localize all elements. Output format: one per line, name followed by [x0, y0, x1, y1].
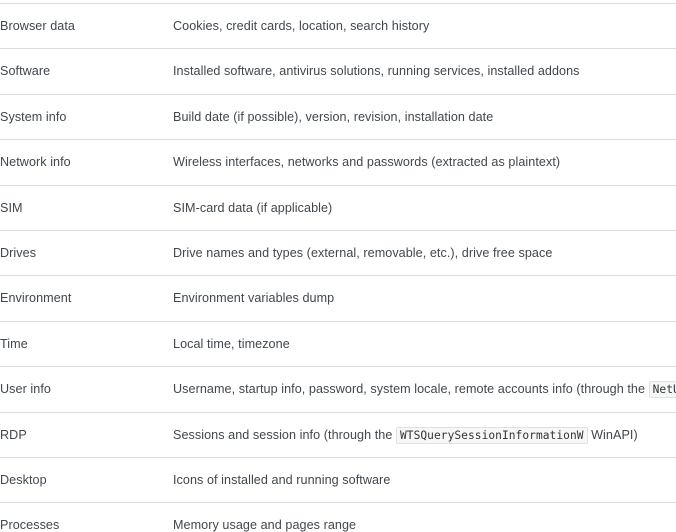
- table-cell-category: Time: [0, 336, 28, 351]
- table-row: Software Installed software, antivirus so…: [0, 49, 676, 95]
- table-cell-category: SIM: [0, 200, 23, 215]
- table-row: RDP Sessions and session info (through th…: [0, 412, 676, 458]
- description-text: Username, startup info, password, system…: [173, 382, 646, 397]
- table-row: SIM SIM-card data (if applicable): [0, 185, 676, 231]
- table-cell-category: User info: [0, 382, 51, 397]
- table-cell-category: Network info: [0, 155, 71, 170]
- table-row: System info Build date (if possible), ver…: [0, 94, 676, 140]
- description-text: Memory usage and pages range: [173, 518, 357, 532]
- table-cell-category: RDP: [0, 427, 27, 442]
- table-cell-description: Sessions and session info (through the W…: [173, 412, 676, 457]
- description-text: Sessions and session info (through the: [173, 427, 393, 442]
- table-row: Desktop Icons of installed and running so…: [0, 457, 676, 503]
- table-cell-description: Local time, timezone: [173, 321, 676, 366]
- api-code-token: NetUserEnum: [648, 381, 676, 399]
- table-cell-description: Build date (if possible), version, revis…: [173, 94, 676, 139]
- description-text: Drive names and types (external, removab…: [173, 245, 553, 260]
- api-code-token: WTSQuerySessionInformationW: [395, 426, 588, 444]
- description-text: Build date (if possible), version, revis…: [173, 109, 494, 124]
- description-text: Installed software, antivirus solutions,…: [173, 64, 580, 79]
- table-cell-category: Drives: [0, 245, 37, 260]
- table-cell-description: Environment variables dump: [173, 276, 676, 321]
- table-row: Drives Drive names and types (external, r…: [0, 230, 676, 276]
- description-text: Cookies, credit cards, location, search …: [173, 19, 430, 33]
- collected-data-table: Browser data Cookies, credit cards, locat…: [0, 3, 676, 532]
- table-row: Time Local time, timezone: [0, 321, 676, 367]
- table-cell-category: Software: [0, 64, 51, 79]
- table-cell-description: Drive names and types (external, removab…: [173, 230, 676, 275]
- description-text: Icons of installed and running software: [173, 472, 391, 487]
- table-cell-description: Username, startup info, password, system…: [173, 367, 676, 412]
- description-text-trailing: WinAPI): [591, 427, 638, 442]
- table-row: Browser data Cookies, credit cards, locat…: [0, 4, 676, 49]
- table-row: Network info Wireless interfaces, network…: [0, 140, 676, 186]
- description-text: Environment variables dump: [173, 291, 335, 306]
- table-cell-category: Desktop: [0, 472, 47, 487]
- table-cell-category: Environment: [0, 291, 72, 306]
- table-cell-description: SIM-card data (if applicable): [173, 185, 676, 230]
- table-body: Browser data Cookies, credit cards, locat…: [0, 4, 676, 532]
- description-text: Local time, timezone: [173, 336, 290, 351]
- table-cell-description: Cookies, credit cards, location, search …: [173, 4, 676, 49]
- description-text: SIM-card data (if applicable): [173, 200, 333, 215]
- table-row: User info Username, startup info, passwor…: [0, 367, 676, 413]
- table-row: Processes Memory usage and pages range: [0, 503, 676, 532]
- table-row: Environment Environment variables dump: [0, 276, 676, 322]
- table-cell-category: Processes: [0, 518, 60, 532]
- description-text: Wireless interfaces, networks and passwo…: [173, 155, 561, 170]
- table-cell-category: Browser data: [0, 19, 75, 33]
- collected-data-table-container: Browser data Cookies, credit cards, locat…: [0, 0, 676, 532]
- table-cell-category: System info: [0, 109, 67, 124]
- table-cell-description: Wireless interfaces, networks and passwo…: [173, 140, 676, 185]
- table-cell-description: Installed software, antivirus solutions,…: [173, 49, 676, 94]
- table-cell-description: Memory usage and pages range: [173, 503, 676, 532]
- table-cell-description: Icons of installed and running software: [173, 457, 676, 502]
